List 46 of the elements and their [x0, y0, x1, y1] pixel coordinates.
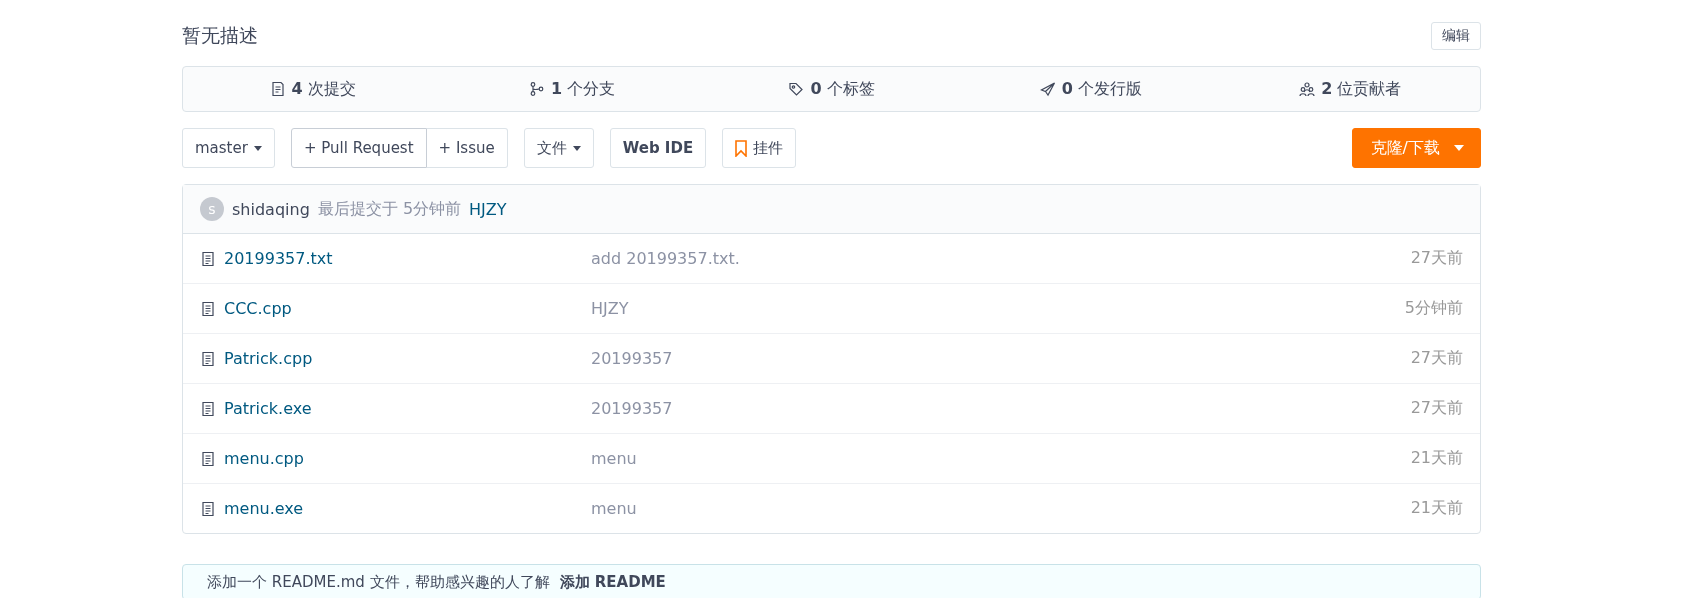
- document-icon: [200, 300, 216, 317]
- stat-link[interactable]: 0 个标签: [810, 78, 875, 100]
- web-ide-button[interactable]: Web IDE: [609, 128, 707, 168]
- caret-icon: [253, 145, 262, 151]
- stat-link[interactable]: 0 个发行版: [1061, 78, 1143, 100]
- file-time: 21天前: [1410, 498, 1463, 519]
- document-icon: [200, 250, 216, 267]
- file-link[interactable]: 20199357.txt: [224, 249, 333, 268]
- file-link[interactable]: menu.cpp: [224, 449, 304, 468]
- caret-icon: [572, 145, 581, 151]
- commit-author[interactable]: shidaqing: [232, 199, 310, 219]
- add-readme-link[interactable]: 添加 README: [559, 572, 666, 592]
- file-link[interactable]: Patrick.exe: [224, 399, 312, 418]
- file-time: 27天前: [1410, 398, 1463, 419]
- file-link[interactable]: CCC.cpp: [224, 299, 292, 318]
- document-icon: [200, 400, 216, 417]
- avatar: s: [200, 197, 224, 221]
- bookmark-icon: [735, 139, 748, 157]
- commit-message-link[interactable]: HJZY: [469, 199, 507, 219]
- widget-button[interactable]: 挂件: [722, 128, 797, 168]
- stat-link[interactable]: 1 个分支: [551, 78, 616, 100]
- file-time: 27天前: [1410, 348, 1463, 369]
- file-link[interactable]: menu.exe: [224, 499, 304, 518]
- paper-plane-icon: [1039, 81, 1056, 97]
- document-icon: [200, 450, 216, 467]
- document-icon: [200, 500, 216, 517]
- issue-button[interactable]: + Issue: [426, 128, 508, 168]
- file-dropdown[interactable]: 文件: [523, 128, 594, 168]
- people-icon: [1299, 81, 1316, 97]
- tag-icon: [788, 81, 805, 97]
- file-time: 5分钟前: [1404, 298, 1463, 319]
- notice-text: 添加一个 README.md 文件，帮助感兴趣的人了解: [207, 572, 550, 592]
- caret-icon: [1454, 145, 1464, 151]
- file-time: 21天前: [1410, 448, 1463, 469]
- file-time: 27天前: [1410, 248, 1463, 269]
- stat-link[interactable]: 2 位贡献者: [1321, 78, 1402, 100]
- repo-description: 暂无描述: [182, 23, 258, 48]
- document-icon: [200, 350, 216, 367]
- stat-link[interactable]: 4 次提交: [291, 78, 356, 100]
- document-icon: [269, 81, 286, 97]
- branch-icon: [529, 81, 545, 97]
- pull-request-button[interactable]: + Pull Request: [290, 128, 427, 168]
- commit-info: 最后提交于 5分钟前: [317, 198, 462, 220]
- branch-dropdown[interactable]: master: [182, 128, 275, 168]
- edit-button[interactable]: 编辑: [1431, 22, 1481, 50]
- file-link[interactable]: Patrick.cpp: [224, 349, 313, 368]
